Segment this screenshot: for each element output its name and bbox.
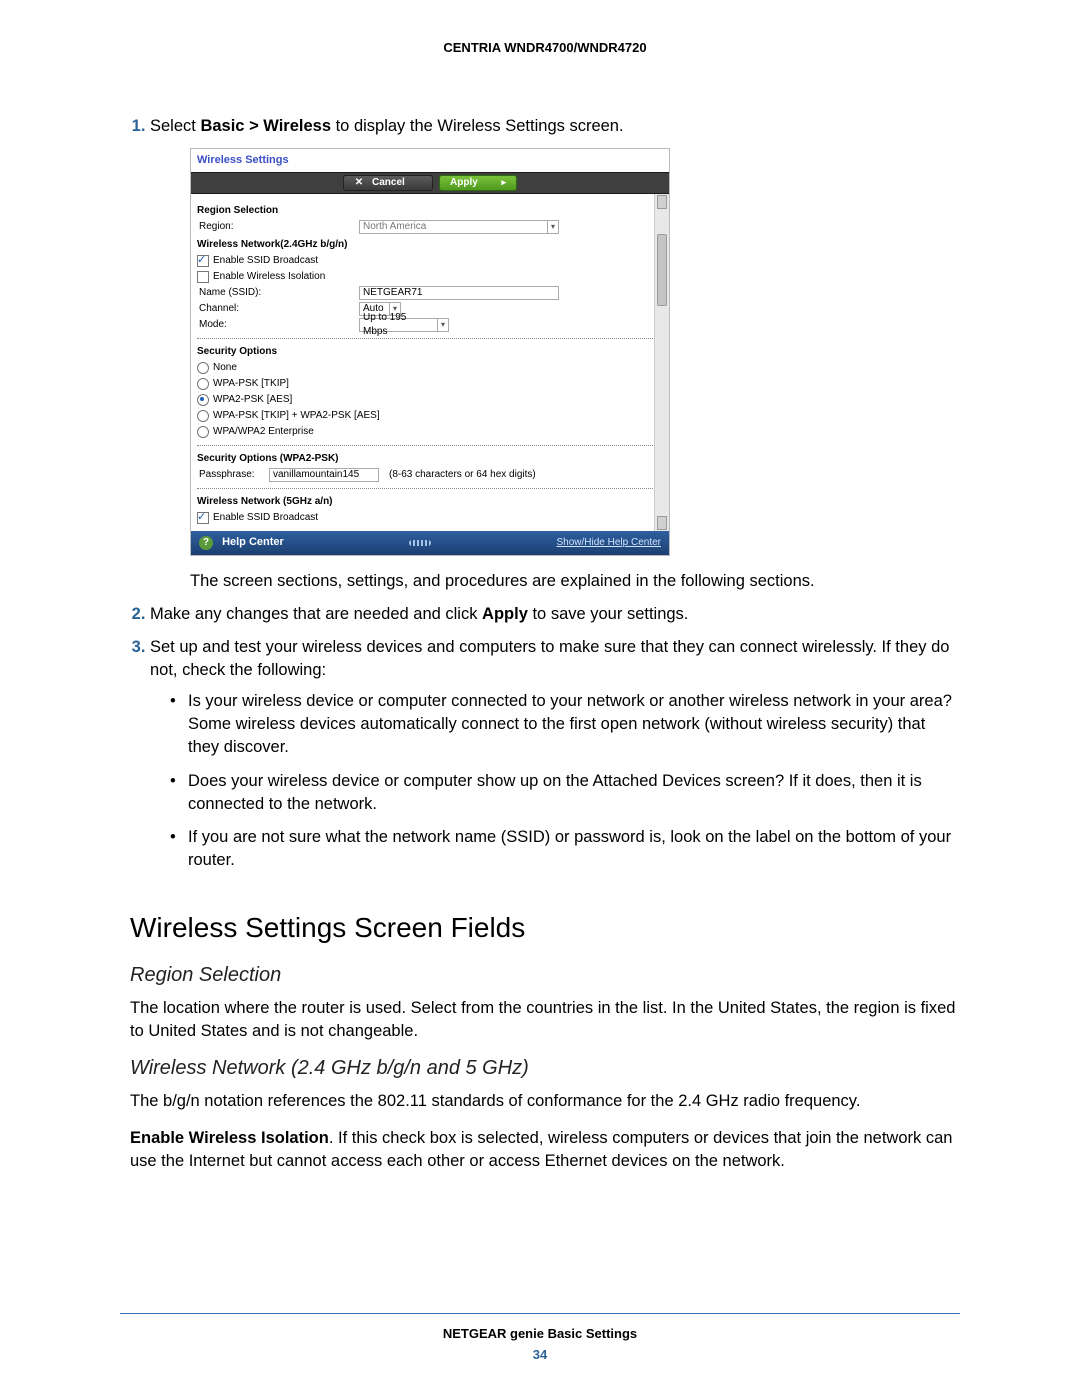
label-mode: Mode: xyxy=(197,318,359,332)
bullet-1: Is your wireless device or computer conn… xyxy=(170,690,960,759)
divider xyxy=(197,488,663,489)
label-channel: Channel: xyxy=(197,302,359,316)
section-heading: Wireless Settings Screen Fields xyxy=(130,912,960,944)
label-ssid-name: Name (SSID): xyxy=(197,286,359,300)
paragraph-region: The location where the router is used. S… xyxy=(130,997,960,1043)
step-2: Make any changes that are needed and cli… xyxy=(150,603,960,626)
group-region-selection: Region Selection xyxy=(197,204,663,218)
region-select[interactable]: North America ▾ xyxy=(359,220,559,234)
subheading-region: Region Selection xyxy=(130,964,960,987)
running-header: CENTRIA WNDR4700/WNDR4720 xyxy=(130,40,960,55)
group-security-options: Security Options xyxy=(197,345,663,359)
paragraph-bgn: The b/g/n notation references the 802.11… xyxy=(130,1090,960,1113)
step-1-note: The screen sections, settings, and proce… xyxy=(190,570,960,593)
group-security-wpa2: Security Options (WPA2-PSK) xyxy=(197,452,663,466)
subheading-wireless-network: Wireless Network (2.4 GHz b/g/n and 5 GH… xyxy=(130,1057,960,1080)
label-ssid-broadcast: Enable SSID Broadcast xyxy=(213,254,318,268)
scroll-up-icon[interactable] xyxy=(657,195,667,209)
group-24ghz: Wireless Network(2.4GHz b/g/n) xyxy=(197,238,663,252)
radio-wpa2-aes[interactable] xyxy=(197,394,209,406)
label-region: Region: xyxy=(197,220,359,234)
paragraph-isolation: Enable Wireless Isolation. If this check… xyxy=(130,1127,960,1173)
page-footer: NETGEAR genie Basic Settings 34 xyxy=(120,1313,960,1362)
passphrase-hint: (8-63 characters or 64 hex digits) xyxy=(389,468,536,482)
cancel-button[interactable]: ✕ Cancel xyxy=(343,175,433,191)
chevron-down-icon: ▾ xyxy=(547,220,555,234)
ssid-name-input[interactable]: NETGEAR71 xyxy=(359,286,559,300)
scrollbar[interactable] xyxy=(654,194,669,531)
action-bar: ✕ Cancel Apply xyxy=(191,172,669,194)
enable-wireless-isolation-checkbox[interactable] xyxy=(197,271,209,283)
radio-none[interactable] xyxy=(197,362,209,374)
instruction-list: Select Basic > Wireless to display the W… xyxy=(150,115,960,872)
help-center-label: Help Center xyxy=(222,536,284,548)
show-hide-help-link[interactable]: Show/Hide Help Center xyxy=(557,536,662,550)
mode-select[interactable]: Up to 195 Mbps ▾ xyxy=(359,318,449,332)
label-ssid-broadcast-5g: Enable SSID Broadcast xyxy=(213,511,318,525)
group-5ghz: Wireless Network (5GHz a/n) xyxy=(197,495,663,509)
radio-enterprise[interactable] xyxy=(197,426,209,438)
label-passphrase: Passphrase: xyxy=(197,468,269,482)
page-number: 34 xyxy=(120,1347,960,1362)
passphrase-input[interactable]: vanillamountain145 xyxy=(269,468,379,482)
help-center-bar: ? Help Center Show/Hide Help Center xyxy=(191,531,669,554)
step-3: Set up and test your wireless devices an… xyxy=(150,636,960,872)
chevron-right-icon xyxy=(501,176,506,190)
enable-ssid-broadcast-5g-checkbox[interactable] xyxy=(197,512,209,524)
scroll-thumb[interactable] xyxy=(657,234,667,306)
footer-title: NETGEAR genie Basic Settings xyxy=(120,1326,960,1341)
drag-handle-icon[interactable] xyxy=(409,540,431,546)
bullet-2: Does your wireless device or computer sh… xyxy=(170,770,960,816)
label-wireless-isolation: Enable Wireless Isolation xyxy=(213,270,325,284)
close-icon: ✕ xyxy=(354,176,364,190)
bullet-3: If you are not sure what the network nam… xyxy=(170,826,960,872)
divider xyxy=(197,445,663,446)
enable-ssid-broadcast-checkbox[interactable] xyxy=(197,255,209,267)
scroll-down-icon[interactable] xyxy=(657,516,667,530)
chevron-down-icon: ▾ xyxy=(437,318,445,332)
step-3-bullets: Is your wireless device or computer conn… xyxy=(170,690,960,872)
settings-screenshot: Wireless Settings ✕ Cancel Apply xyxy=(190,148,670,556)
radio-wpa-tkip[interactable] xyxy=(197,378,209,390)
radio-wpa-both[interactable] xyxy=(197,410,209,422)
panel-title: Wireless Settings xyxy=(191,149,669,172)
step-1: Select Basic > Wireless to display the W… xyxy=(150,115,960,593)
help-icon: ? xyxy=(199,536,213,550)
apply-button[interactable]: Apply xyxy=(439,175,517,191)
